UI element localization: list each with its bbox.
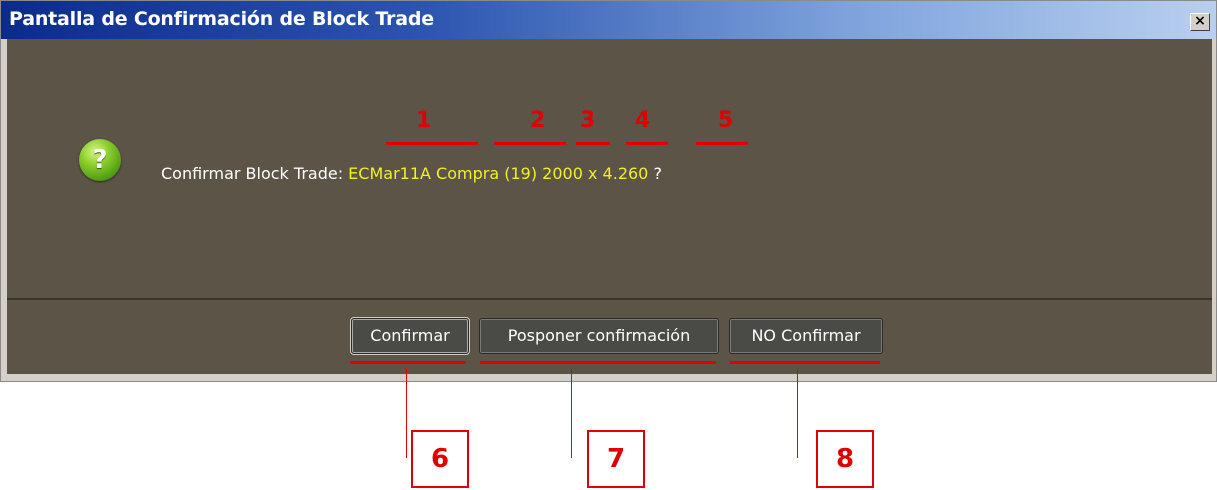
confirm-button-underline <box>350 361 466 364</box>
side-value: Compra <box>436 164 500 183</box>
block-trade-confirmation-dialog: Pantalla de Confirmación de Block Trade … <box>0 0 1217 382</box>
confirm-button[interactable]: Confirmar <box>351 318 469 354</box>
message-prefix: Confirmar Block Trade: <box>161 164 349 183</box>
window-title: Pantalla de Confirmación de Block Trade <box>9 8 434 30</box>
quantity-value: 2000 <box>542 164 583 183</box>
callout-box-7: 7 <box>587 430 645 488</box>
annotation-underline-1 <box>386 142 478 145</box>
title-bar[interactable]: Pantalla de Confirmación de Block Trade … <box>1 1 1216 39</box>
callout-box-8: 8 <box>816 430 874 488</box>
times-separator: x <box>587 164 598 183</box>
annotation-number-5: 5 <box>718 108 734 133</box>
annotation-underline-2 <box>494 142 566 145</box>
close-button[interactable]: × <box>1190 13 1210 31</box>
callout-line-6 <box>406 368 407 458</box>
annotation-number-1: 1 <box>416 108 432 133</box>
contract-value: ECMar11A <box>348 164 431 183</box>
annotation-underline-4 <box>626 142 668 145</box>
callout-line-8 <box>797 368 798 458</box>
price-value: 4.260 <box>602 164 649 183</box>
not-confirm-button-underline <box>730 361 880 364</box>
postpone-button-underline <box>480 361 716 364</box>
not-confirm-button[interactable]: NO Confirmar <box>729 318 883 354</box>
message-area: ? Confirmar Block Trade: ECMar11A Compra… <box>7 39 1212 298</box>
annotation-number-2: 2 <box>530 108 546 133</box>
annotation-underline-5 <box>696 142 748 145</box>
question-icon: ? <box>79 139 121 181</box>
account-value: (19) <box>504 164 538 183</box>
annotation-number-4: 4 <box>635 108 651 133</box>
annotation-underline-3 <box>576 142 610 145</box>
message-suffix: ? <box>653 164 662 183</box>
callout-box-6: 6 <box>411 430 469 488</box>
callout-line-7 <box>571 368 572 458</box>
annotation-number-3: 3 <box>580 108 596 133</box>
postpone-confirmation-button[interactable]: Posponer confirmación <box>479 318 719 354</box>
confirmation-message: Confirmar Block Trade: ECMar11A Compra (… <box>161 164 662 183</box>
